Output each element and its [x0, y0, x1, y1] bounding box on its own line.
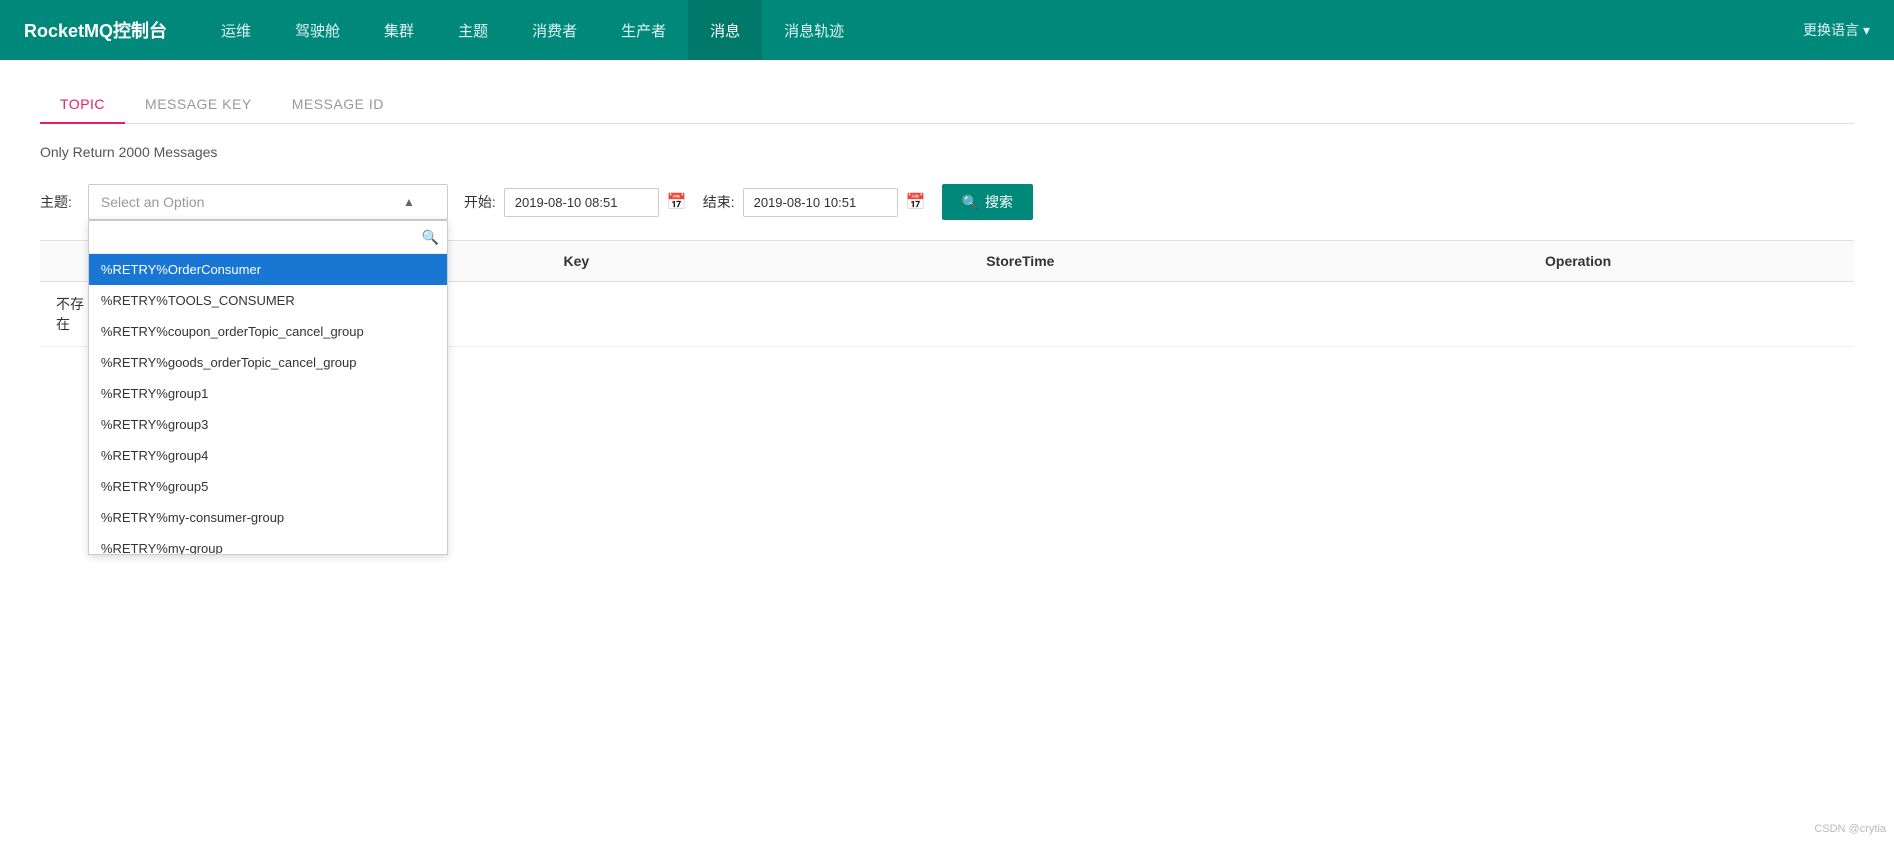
operation-cell: [1302, 282, 1854, 347]
start-date-field: 开始: 📅: [464, 188, 687, 217]
start-label: 开始:: [464, 192, 496, 212]
content: TOPIC MESSAGE KEY MESSAGE ID Only Return…: [0, 60, 1894, 371]
key-cell: [414, 282, 738, 347]
nav-item-jiqun[interactable]: 集群: [362, 0, 436, 60]
end-date-field: 结束: 📅: [703, 188, 926, 217]
nav-item-xiaoxiguiji[interactable]: 消息轨迹: [762, 0, 866, 60]
nav-items: 运维 驾驶舱 集群 主题 消费者 生产者 消息 消息轨迹: [199, 0, 1803, 60]
nav-item-zhuti[interactable]: 主题: [436, 0, 510, 60]
dropdown-list: %RETRY%OrderConsumer%RETRY%TOOLS_CONSUME…: [89, 254, 447, 554]
dropdown-item[interactable]: %RETRY%OrderConsumer: [89, 254, 447, 285]
dropdown-item[interactable]: %RETRY%group5: [89, 471, 447, 502]
nav-item-jiashicang[interactable]: 驾驶舱: [273, 0, 362, 60]
dropdown-item[interactable]: %RETRY%my-consumer-group: [89, 502, 447, 533]
nav-item-yunwei[interactable]: 运维: [199, 0, 273, 60]
topic-select-wrapper: Select an Option ▲ 🔍 %RETRY%OrderConsume…: [88, 184, 448, 220]
nav-item-xiaoxi[interactable]: 消息: [688, 0, 762, 60]
dropdown-item[interactable]: %RETRY%coupon_orderTopic_cancel_group: [89, 316, 447, 347]
search-icon: 🔍: [962, 194, 979, 211]
search-button[interactable]: 🔍 搜索: [942, 184, 1033, 220]
dropdown-item[interactable]: %RETRY%goods_orderTopic_cancel_group: [89, 347, 447, 378]
th-storetime: StoreTime: [739, 241, 1303, 282]
watermark: CSDN @crytia: [1814, 823, 1886, 835]
tab-message-id[interactable]: MESSAGE ID: [272, 84, 404, 124]
not-exist-label: 不存在: [56, 296, 84, 332]
dropdown-container: 🔍 %RETRY%OrderConsumer%RETRY%TOOLS_CONSU…: [88, 220, 448, 555]
start-calendar-icon[interactable]: 📅: [667, 192, 687, 212]
end-date-input[interactable]: [743, 188, 898, 217]
dropdown-item[interactable]: %RETRY%group1: [89, 378, 447, 409]
search-form: 主题: Select an Option ▲ 🔍 %RETRY%OrderCon…: [40, 184, 1854, 220]
navbar: RocketMQ控制台 运维 驾驶舱 集群 主题 消费者 生产者 消息 消息轨迹…: [0, 0, 1894, 60]
th-key: Key: [414, 241, 738, 282]
dropdown-item[interactable]: %RETRY%TOOLS_CONSUMER: [89, 285, 447, 316]
tabs: TOPIC MESSAGE KEY MESSAGE ID: [40, 84, 1854, 124]
dropdown-search-icon: 🔍: [421, 229, 438, 246]
chevron-down-icon: ▾: [1863, 22, 1870, 39]
search-button-label: 搜索: [985, 192, 1013, 212]
tab-topic[interactable]: TOPIC: [40, 84, 125, 124]
select-placeholder: Select an Option: [101, 194, 205, 210]
language-switcher[interactable]: 更换语言 ▾: [1803, 20, 1870, 40]
end-label: 结束:: [703, 192, 735, 212]
th-operation: Operation: [1302, 241, 1854, 282]
brand: RocketMQ控制台: [24, 17, 167, 43]
select-arrow-icon: ▲: [403, 195, 415, 209]
dropdown-item[interactable]: %RETRY%group3: [89, 409, 447, 440]
nav-item-xiaofeizhe[interactable]: 消费者: [510, 0, 599, 60]
dropdown-item[interactable]: %RETRY%group4: [89, 440, 447, 471]
start-date-input[interactable]: [504, 188, 659, 217]
end-calendar-icon[interactable]: 📅: [906, 192, 926, 212]
dropdown-item[interactable]: %RETRY%my-qroup: [89, 533, 447, 554]
topic-select[interactable]: Select an Option ▲: [88, 184, 448, 220]
dropdown-search-row: 🔍: [89, 221, 447, 254]
storetime-cell: [739, 282, 1303, 347]
nav-item-shengchanzhe[interactable]: 生产者: [599, 0, 688, 60]
dropdown-search-input[interactable]: [97, 225, 422, 249]
tab-message-key[interactable]: MESSAGE KEY: [125, 84, 272, 124]
notice-text: Only Return 2000 Messages: [40, 144, 1854, 160]
topic-label: 主题:: [40, 192, 72, 212]
